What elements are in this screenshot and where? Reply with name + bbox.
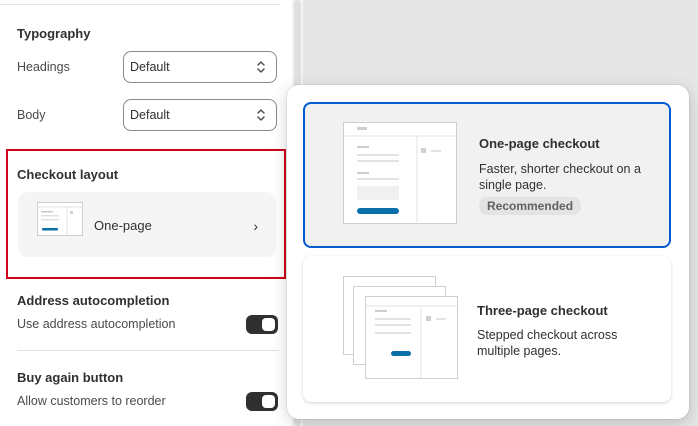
buy-again-title: Buy again button	[17, 370, 124, 385]
option-description: Faster, shorter checkout on a single pag…	[479, 162, 641, 192]
body-select[interactable]: Default	[123, 99, 277, 131]
three-page-checkout-option[interactable]: Three-page checkout Stepped checkout acr…	[303, 256, 671, 402]
headings-select-value: Default	[130, 60, 170, 74]
typography-title: Typography	[17, 26, 91, 41]
checkout-layout-title: Checkout layout	[17, 167, 119, 182]
address-autocompletion-title: Address autocompletion	[17, 293, 170, 308]
checkout-layout-selector[interactable]: One-page ›	[18, 192, 276, 257]
one-page-layout-thumbnail	[37, 202, 83, 236]
chevron-up-down-icon	[257, 109, 265, 121]
option-title: Three-page checkout	[477, 303, 608, 318]
body-label: Body	[17, 108, 46, 122]
buy-again-label: Allow customers to reorder	[17, 394, 166, 408]
headings-label: Headings	[17, 60, 70, 74]
option-description: Stepped checkout across multiple pages.	[477, 328, 618, 358]
chevron-right-icon: ›	[253, 218, 258, 234]
toggle-knob	[262, 318, 275, 331]
option-title: One-page checkout	[479, 136, 600, 151]
checkout-layout-popover: One-page checkout Faster, shorter checko…	[287, 85, 689, 419]
one-page-checkout-option[interactable]: One-page checkout Faster, shorter checko…	[303, 102, 671, 248]
checkout-layout-value: One-page	[94, 218, 152, 233]
recommended-badge: Recommended	[479, 197, 582, 215]
buy-again-toggle[interactable]	[246, 392, 278, 411]
address-autocompletion-label: Use address autocompletion	[17, 317, 176, 331]
toggle-knob	[262, 395, 275, 408]
one-page-checkout-illustration	[343, 122, 457, 224]
settings-panel: Typography Headings Default Body Default…	[0, 0, 292, 426]
chevron-up-down-icon	[257, 61, 265, 73]
headings-select[interactable]: Default	[123, 51, 277, 83]
three-page-checkout-illustration	[343, 276, 458, 379]
divider	[17, 350, 279, 351]
divider	[0, 4, 280, 5]
body-select-value: Default	[130, 108, 170, 122]
address-autocompletion-toggle[interactable]	[246, 315, 278, 334]
